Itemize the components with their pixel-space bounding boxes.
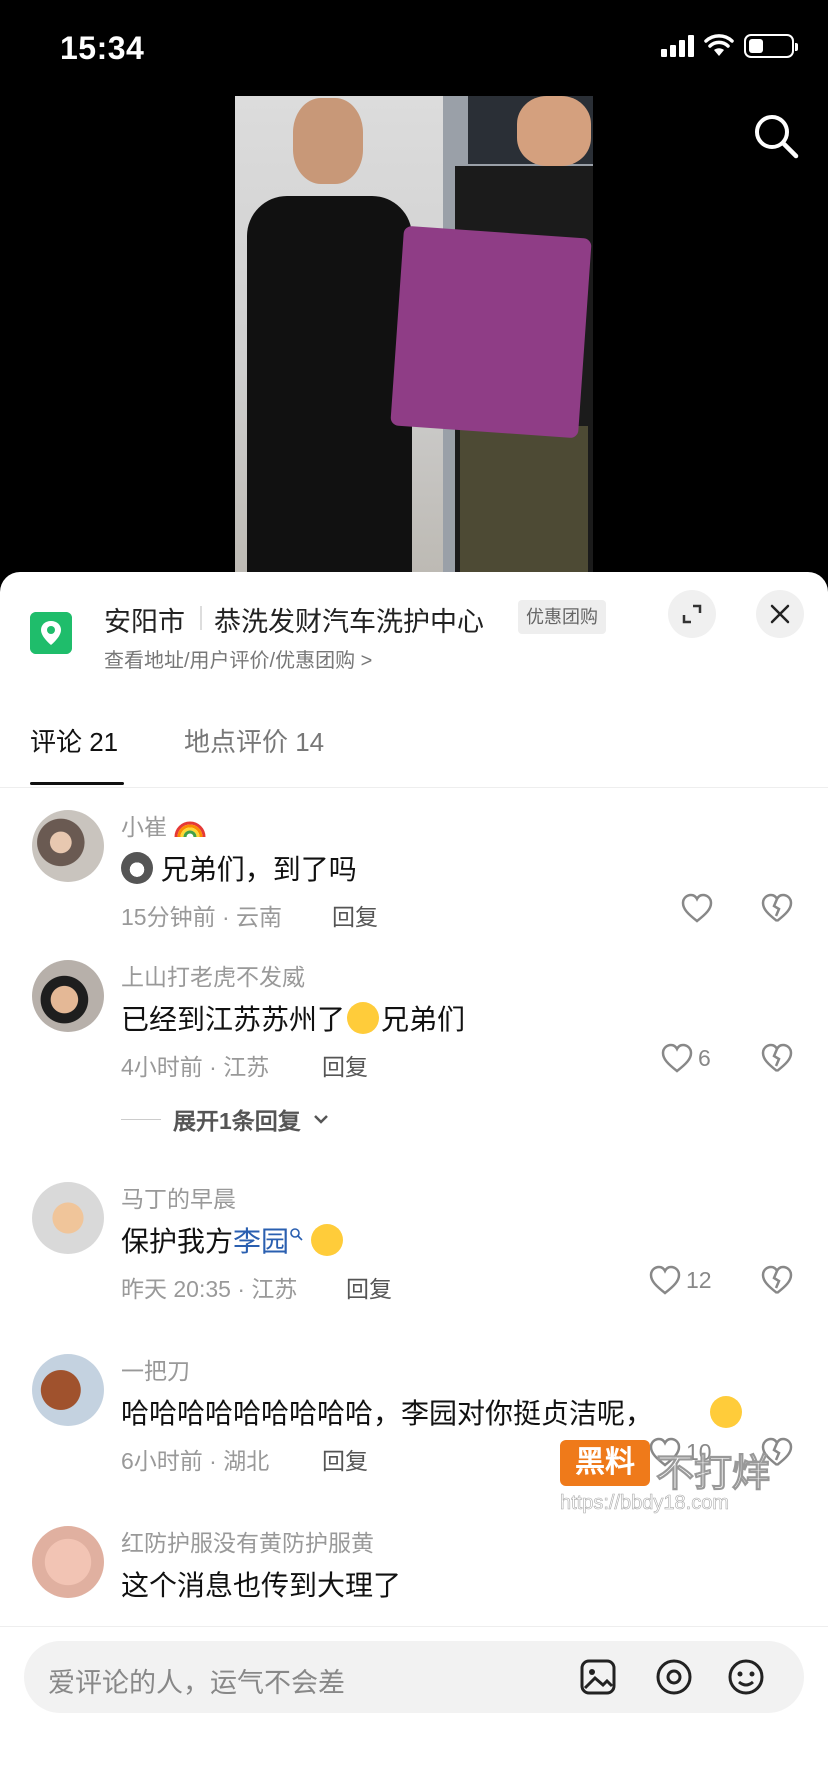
comment-input-placeholder: 爱评论的人，运气不会差	[48, 1668, 345, 1698]
comment-username[interactable]: 上山打老虎不发威	[121, 958, 305, 992]
expand-icon	[682, 604, 702, 624]
reply-button[interactable]: 回复	[322, 1442, 368, 1476]
avatar[interactable]	[32, 1182, 104, 1254]
comment-text: 保护我方李园	[121, 1220, 343, 1260]
grin-emoji-icon	[310, 1224, 343, 1256]
sweat-smile-emoji-icon	[347, 1002, 380, 1034]
tab-place-reviews[interactable]: 地点评价 14	[184, 722, 324, 759]
cat-emoji-icon	[121, 852, 153, 884]
location-city: 安阳市	[104, 607, 185, 637]
heart-icon	[681, 893, 713, 923]
cellular-signal-icon	[661, 35, 694, 57]
comment-sheet: 安阳市 恭洗发财汽车洗护中心 优惠团购 查看地址/用户评价/优惠团购 > 评论 …	[0, 572, 828, 1792]
heart-icon	[649, 1265, 681, 1295]
comment-meta: 昨天 20:35 · 江苏	[121, 1276, 298, 1302]
broken-heart-icon[interactable]	[760, 892, 794, 924]
location-pin-icon	[30, 612, 72, 654]
like-button[interactable]: 6	[660, 1042, 711, 1074]
chevron-down-icon	[313, 1115, 328, 1124]
mention-icon[interactable]	[652, 1655, 696, 1699]
close-button[interactable]	[756, 590, 804, 638]
location-links[interactable]: 查看地址/用户评价/优惠团购 >	[104, 644, 372, 673]
comment-item: 小崔 兄弟们，到了吗 15分钟前 · 云南 回复	[0, 788, 828, 938]
expand-button[interactable]	[668, 590, 716, 638]
status-icons	[661, 34, 798, 58]
mention-link[interactable]: 李园	[233, 1226, 289, 1257]
comment-username[interactable]: 红防护服没有黄防护服黄	[121, 1524, 374, 1558]
comment-meta: 4小时前 · 江苏	[121, 1054, 270, 1080]
watermark-url: https://bbdy18.com	[560, 1492, 730, 1515]
status-time: 15:34	[60, 30, 145, 66]
comment-text: 兄弟们，到了吗	[121, 848, 357, 888]
location-header[interactable]: 安阳市 恭洗发财汽车洗护中心 优惠团购 查看地址/用户评价/优惠团购 >	[0, 572, 828, 692]
rainbow-emoji-icon	[174, 821, 206, 838]
wifi-icon	[704, 34, 734, 56]
broken-heart-icon[interactable]	[760, 1264, 794, 1296]
emoji-icon[interactable]	[724, 1655, 768, 1699]
active-tab-indicator	[30, 782, 124, 785]
comment-meta: 6小时前 · 湖北	[121, 1448, 270, 1474]
search-icon[interactable]	[752, 112, 800, 160]
group-buy-badge[interactable]: 优惠团购	[518, 600, 606, 634]
hug-emoji-icon	[710, 1396, 742, 1428]
comment-item: 马丁的早晨 保护我方李园 昨天 20:35 · 江苏 回复 12	[0, 1160, 828, 1332]
like-count: 6	[698, 1044, 711, 1071]
tab-bar: 评论 21 地点评价 14	[0, 692, 828, 788]
comment-text: 已经到江苏苏州了 兄弟们	[121, 1002, 466, 1035]
comment-username[interactable]: 小崔	[121, 808, 207, 842]
image-icon[interactable]	[576, 1655, 620, 1699]
comment-text: 哈哈哈哈哈哈哈哈哈，李园对你挺贞洁呢，	[121, 1398, 654, 1429]
comment-item: 红防护服没有黄防护服黄 这个消息也传到大理了	[0, 1504, 828, 1634]
avatar[interactable]	[32, 960, 104, 1032]
location-name: 恭洗发财汽车洗护中心	[214, 607, 484, 637]
watermark: 黑料 不打烊 https://bbdy18.com	[560, 1440, 810, 1514]
watermark-slogan: 不打烊	[655, 1453, 771, 1496]
broken-heart-icon[interactable]	[760, 1042, 794, 1074]
avatar[interactable]	[32, 1354, 104, 1426]
video-frame[interactable]	[235, 96, 593, 572]
divider	[200, 606, 202, 630]
tab-comments[interactable]: 评论 21	[30, 722, 118, 759]
reply-button[interactable]: 回复	[322, 1048, 368, 1082]
heart-icon	[661, 1043, 693, 1073]
comment-input[interactable]: 爱评论的人，运气不会差	[24, 1641, 804, 1713]
comment-username[interactable]: 马丁的早晨	[121, 1180, 236, 1214]
reply-button[interactable]: 回复	[332, 898, 378, 932]
search-small-icon	[290, 1228, 303, 1241]
comment-text: 这个消息也传到大理了	[121, 1570, 402, 1601]
avatar[interactable]	[32, 810, 104, 882]
expand-replies-button[interactable]: 展开1条回复	[121, 1102, 329, 1136]
avatar[interactable]	[32, 1526, 104, 1598]
battery-icon	[744, 34, 798, 58]
reply-button[interactable]: 回复	[346, 1270, 392, 1304]
comment-item: 上山打老虎不发威 已经到江苏苏州了 兄弟们 4小时前 · 江苏 回复 6 展开1条…	[0, 938, 828, 1160]
like-button[interactable]	[680, 892, 714, 924]
like-button[interactable]: 12	[648, 1264, 712, 1296]
comment-username[interactable]: 一把刀	[121, 1352, 190, 1386]
like-count: 12	[686, 1266, 712, 1293]
comment-meta: 15分钟前 · 云南	[121, 904, 283, 930]
watermark-brand: 黑料	[560, 1440, 650, 1486]
status-bar: 15:34	[0, 0, 828, 96]
comment-input-bar: 爱评论的人，运气不会差	[0, 1626, 828, 1792]
close-icon	[770, 604, 790, 624]
